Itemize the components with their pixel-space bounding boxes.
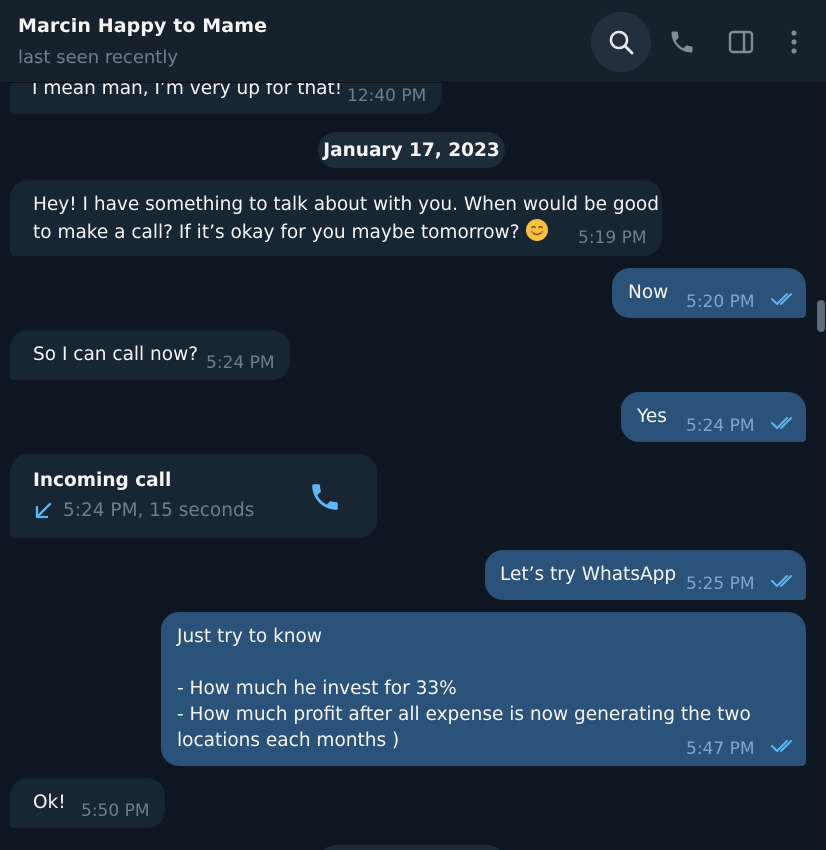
message-line: Hey! I have something to talk about with… — [33, 194, 659, 215]
contact-status: last seen recently — [18, 47, 179, 68]
message-outgoing[interactable]: Now 5:20 PM — [612, 268, 806, 318]
double-check-icon — [771, 293, 792, 305]
incoming-call-card[interactable]: Incoming call 5:24 PM, 15 seconds — [10, 454, 377, 538]
call-detail: 5:24 PM, 15 seconds — [63, 500, 255, 521]
side-panel-button[interactable] — [723, 24, 759, 60]
message-text: Yes — [637, 406, 667, 427]
chat-scrollbar[interactable] — [817, 83, 825, 850]
date-separator-partial — [318, 845, 505, 850]
message-time: 5:50 PM — [81, 801, 150, 821]
smiling-face-emoji-icon — [525, 219, 549, 243]
message-outgoing[interactable]: Let’s try WhatsApp 5:25 PM — [485, 550, 806, 600]
contact-name[interactable]: Marcin Happy to Mame — [18, 15, 267, 37]
message-list[interactable]: I mean man, I’m very up for that! 12:40 … — [0, 83, 826, 850]
call-button[interactable] — [664, 24, 700, 60]
incoming-arrow-icon — [35, 502, 52, 519]
message-incoming[interactable]: Hey! I have something to talk about with… — [10, 180, 662, 256]
message-line: Just try to know — [177, 626, 322, 647]
message-line: - How much profit after all expense is n… — [177, 704, 751, 725]
search-icon — [609, 30, 634, 55]
message-incoming[interactable]: So I can call now? 5:24 PM — [10, 330, 290, 380]
double-check-icon — [771, 740, 792, 752]
side-panel-icon — [728, 30, 754, 54]
double-check-icon — [771, 417, 792, 429]
message-text: I mean man, I’m very up for that! — [32, 83, 343, 99]
message-line: - How much he invest for 33% — [177, 678, 457, 699]
message-time: 5:20 PM — [686, 292, 755, 312]
message-line: locations each months ) — [177, 730, 400, 751]
message-text: Just try to know - How much he invest fo… — [177, 624, 751, 754]
message-time: 5:47 PM — [686, 739, 755, 759]
message-incoming[interactable]: Ok! 5:50 PM — [10, 778, 165, 828]
message-time: 5:24 PM — [686, 416, 755, 436]
message-time: 5:25 PM — [686, 574, 755, 594]
call-title: Incoming call — [33, 470, 172, 491]
search-button[interactable] — [591, 12, 651, 72]
phone-icon — [671, 31, 693, 53]
double-check-icon — [771, 575, 792, 587]
message-time: 5:24 PM — [206, 353, 275, 373]
message-text: So I can call now? — [33, 344, 199, 365]
call-back-button[interactable] — [308, 480, 342, 522]
scrollbar-thumb[interactable] — [817, 300, 825, 332]
message-text: Ok! — [33, 792, 66, 813]
message-outgoing[interactable]: Just try to know - How much he invest fo… — [161, 612, 806, 766]
message-time: 5:19 PM — [578, 228, 647, 248]
message-incoming[interactable]: I mean man, I’m very up for that! 12:40 … — [10, 83, 442, 114]
date-separator: January 17, 2023 — [318, 132, 505, 168]
more-options-button[interactable] — [776, 24, 812, 60]
message-time: 12:40 PM — [347, 86, 427, 106]
more-icon — [791, 30, 797, 54]
message-text: Hey! I have something to talk about with… — [33, 192, 659, 246]
message-text: Now — [628, 282, 669, 303]
message-text: Let’s try WhatsApp — [500, 564, 677, 585]
message-line: to make a call? If it’s okay for you may… — [33, 218, 659, 246]
phone-icon — [312, 484, 338, 510]
message-outgoing[interactable]: Yes 5:24 PM — [621, 392, 806, 442]
chat-header: Marcin Happy to Mame last seen recently — [0, 0, 826, 83]
message-line-text: to make a call? If it’s okay for you may… — [33, 222, 520, 243]
